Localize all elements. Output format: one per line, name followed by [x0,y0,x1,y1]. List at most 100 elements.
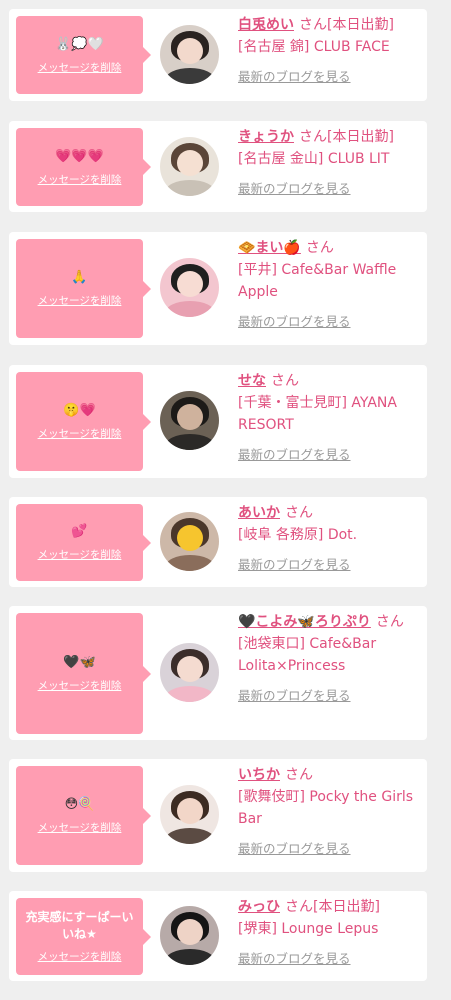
girl-closeup-avatar[interactable] [160,906,219,965]
message-bubble: 🤫💗 メッセージを削除 [16,372,151,471]
heart-covered-face-avatar[interactable] [160,258,219,317]
girl-selfie-avatar[interactable] [160,25,219,84]
avatar-face-shape [176,37,203,64]
message-card: 😳🍭 メッセージを削除 いちか さん [歌舞伎町] Pocky the Girls Ba… [9,759,427,872]
avatar-body-shape [164,68,215,84]
cast-info: 🖤こよみ🦋ろりぷり さん [池袋東口] Cafe&Bar Lolita×Prince… [238,611,424,707]
message-card: 🐰💭🤍 メッセージを削除 白兎めい さん[本日出勤] [名古屋 錦] CLUB FACE… [9,9,427,101]
delete-message-link[interactable]: メッセージを削除 [38,547,122,562]
girl-with-sticker-avatar[interactable] [160,785,219,844]
delete-message-link[interactable]: メッセージを削除 [38,426,122,441]
avatar-body-shape [164,686,215,702]
cast-info: みっひ さん[本日出勤] [堺東] Lounge Lepus 最新のブログを見る [238,896,424,970]
latest-blog-link[interactable]: 最新のブログを見る [238,444,424,466]
latest-blog-link[interactable]: 最新のブログを見る [238,838,424,860]
name-line: せな さん [238,370,424,392]
honorific-label: さん [299,17,327,33]
message-content: 💗💗💗 [55,148,104,164]
cast-info: せな さん [千葉・富士見町] AYANA RESORT 最新のブログを見る [238,370,424,466]
message-content: 充実感にすーぱーいいね★ [25,910,134,941]
shop-label: [池袋東口] Cafe&Bar Lolita×Princess [238,636,377,674]
delete-message-link[interactable]: メッセージを削除 [38,949,122,964]
cast-info: いちか さん [歌舞伎町] Pocky the Girls Bar 最新のブログを見る [238,764,424,860]
cast-name-link[interactable]: 白兎めい [238,17,294,33]
delete-message-link[interactable]: メッセージを削除 [38,820,122,835]
shop-label: [名古屋 錦] CLUB FACE [238,39,390,55]
cast-name-link[interactable]: いちか [238,767,280,783]
shop-label: [歌舞伎町] Pocky the Girls Bar [238,789,414,827]
cast-info: きょうか さん[本日出勤] [名古屋 金山] CLUB LIT 最新のブログを見る [238,126,424,200]
shop-label: [岐阜 各務原] Dot. [238,527,358,543]
avatar-face-shape [176,524,203,551]
name-line: あいか さん [238,502,424,524]
message-card: 💗💗💗 メッセージを削除 きょうか さん[本日出勤] [名古屋 金山] CLUB LIT… [9,121,427,212]
cast-name-link[interactable]: 🖤こよみ🦋ろりぷり [238,614,371,630]
avatar-face-shape [176,655,203,682]
avatar-face-shape [176,403,203,430]
message-content: 😳🍭 [64,797,95,812]
avatar-body-shape [164,180,215,196]
heart-eyes-face-avatar[interactable] [160,512,219,571]
avatar-face-shape [176,797,203,824]
message-bubble: 🐰💭🤍 メッセージを削除 [16,16,151,94]
name-line: 白兎めい さん[本日出勤] [238,14,424,36]
message-bubble: 💕 メッセージを削除 [16,504,151,581]
honorific-label: さん [299,129,327,145]
message-card: 🙏 メッセージを削除 🧇まい🍎 さん [平井] Cafe&Bar Waffle Appl… [9,232,427,345]
delete-message-link[interactable]: メッセージを削除 [38,60,122,75]
cast-name-link[interactable]: きょうか [238,129,294,145]
lolita-girl-avatar[interactable] [160,643,219,702]
message-card: 💕 メッセージを削除 あいか さん [岐阜 各務原] Dot. 最新のブログを見る [9,497,427,587]
cast-name-link[interactable]: みっひ [238,899,280,915]
dark-room-avatar[interactable] [160,391,219,450]
message-bubble: 😳🍭 メッセージを削除 [16,766,151,865]
cast-info: 🧇まい🍎 さん [平井] Cafe&Bar Waffle Apple 最新のブログを見… [238,237,424,333]
delete-message-link[interactable]: メッセージを削除 [38,293,122,308]
honorific-label: さん [375,614,404,630]
avatar-body-shape [164,949,215,965]
latest-blog-link[interactable]: 最新のブログを見る [238,685,424,707]
message-content: 🙏 [71,270,88,285]
girl-portrait-avatar[interactable] [160,137,219,196]
name-line: いちか さん [238,764,424,786]
message-card: 🤫💗 メッセージを削除 せな さん [千葉・富士見町] AYANA RESORT 最新のブ… [9,365,427,478]
honorific-label: さん [285,767,313,783]
delete-message-link[interactable]: メッセージを削除 [38,678,122,693]
message-content: 🤫💗 [63,403,96,418]
honorific-label: さん [285,899,313,915]
honorific-label: さん [285,505,313,521]
name-line: 🧇まい🍎 さん [238,237,424,259]
avatar-body-shape [164,301,215,317]
latest-blog-link[interactable]: 最新のブログを見る [238,178,424,200]
shop-label: [名古屋 金山] CLUB LIT [238,151,390,167]
message-bubble: 充実感にすーぱーいいね★ メッセージを削除 [16,898,151,975]
message-content: 💕 [71,524,88,539]
message-content: 🐰💭🤍 [55,36,104,52]
avatar-face-shape [176,918,203,945]
latest-blog-link[interactable]: 最新のブログを見る [238,554,424,576]
avatar-face-shape [176,149,203,176]
message-card: 🖤🦋 メッセージを削除 🖤こよみ🦋ろりぷり さん [池袋東口] Cafe&Bar Lol… [9,606,427,740]
work-status-badge: [本日出勤] [327,129,394,145]
cast-name-link[interactable]: 🧇まい🍎 [238,240,301,256]
work-status-badge: [本日出勤] [313,899,380,915]
message-card: 充実感にすーぱーいいね★ メッセージを削除 みっひ さん[本日出勤] [堺東] Loun… [9,891,427,981]
shop-label: [平井] Cafe&Bar Waffle Apple [238,262,397,300]
shop-label: [千葉・富士見町] AYANA RESORT [238,395,397,433]
cast-name-link[interactable]: あいか [238,505,280,521]
honorific-label: さん [305,240,334,256]
message-content: 🖤🦋 [63,655,96,670]
latest-blog-link[interactable]: 最新のブログを見る [238,311,424,333]
message-bubble: 💗💗💗 メッセージを削除 [16,128,151,206]
avatar-body-shape [164,434,215,450]
avatar-face-shape [176,270,203,297]
latest-blog-link[interactable]: 最新のブログを見る [238,66,424,88]
cast-info: 白兎めい さん[本日出勤] [名古屋 錦] CLUB FACE 最新のブログを見る [238,14,424,88]
avatar-body-shape [164,828,215,844]
delete-message-link[interactable]: メッセージを削除 [38,172,122,187]
shop-label: [堺東] Lounge Lepus [238,921,379,937]
latest-blog-link[interactable]: 最新のブログを見る [238,948,424,970]
cast-name-link[interactable]: せな [238,373,266,389]
avatar-body-shape [164,555,215,571]
honorific-label: さん [271,373,299,389]
